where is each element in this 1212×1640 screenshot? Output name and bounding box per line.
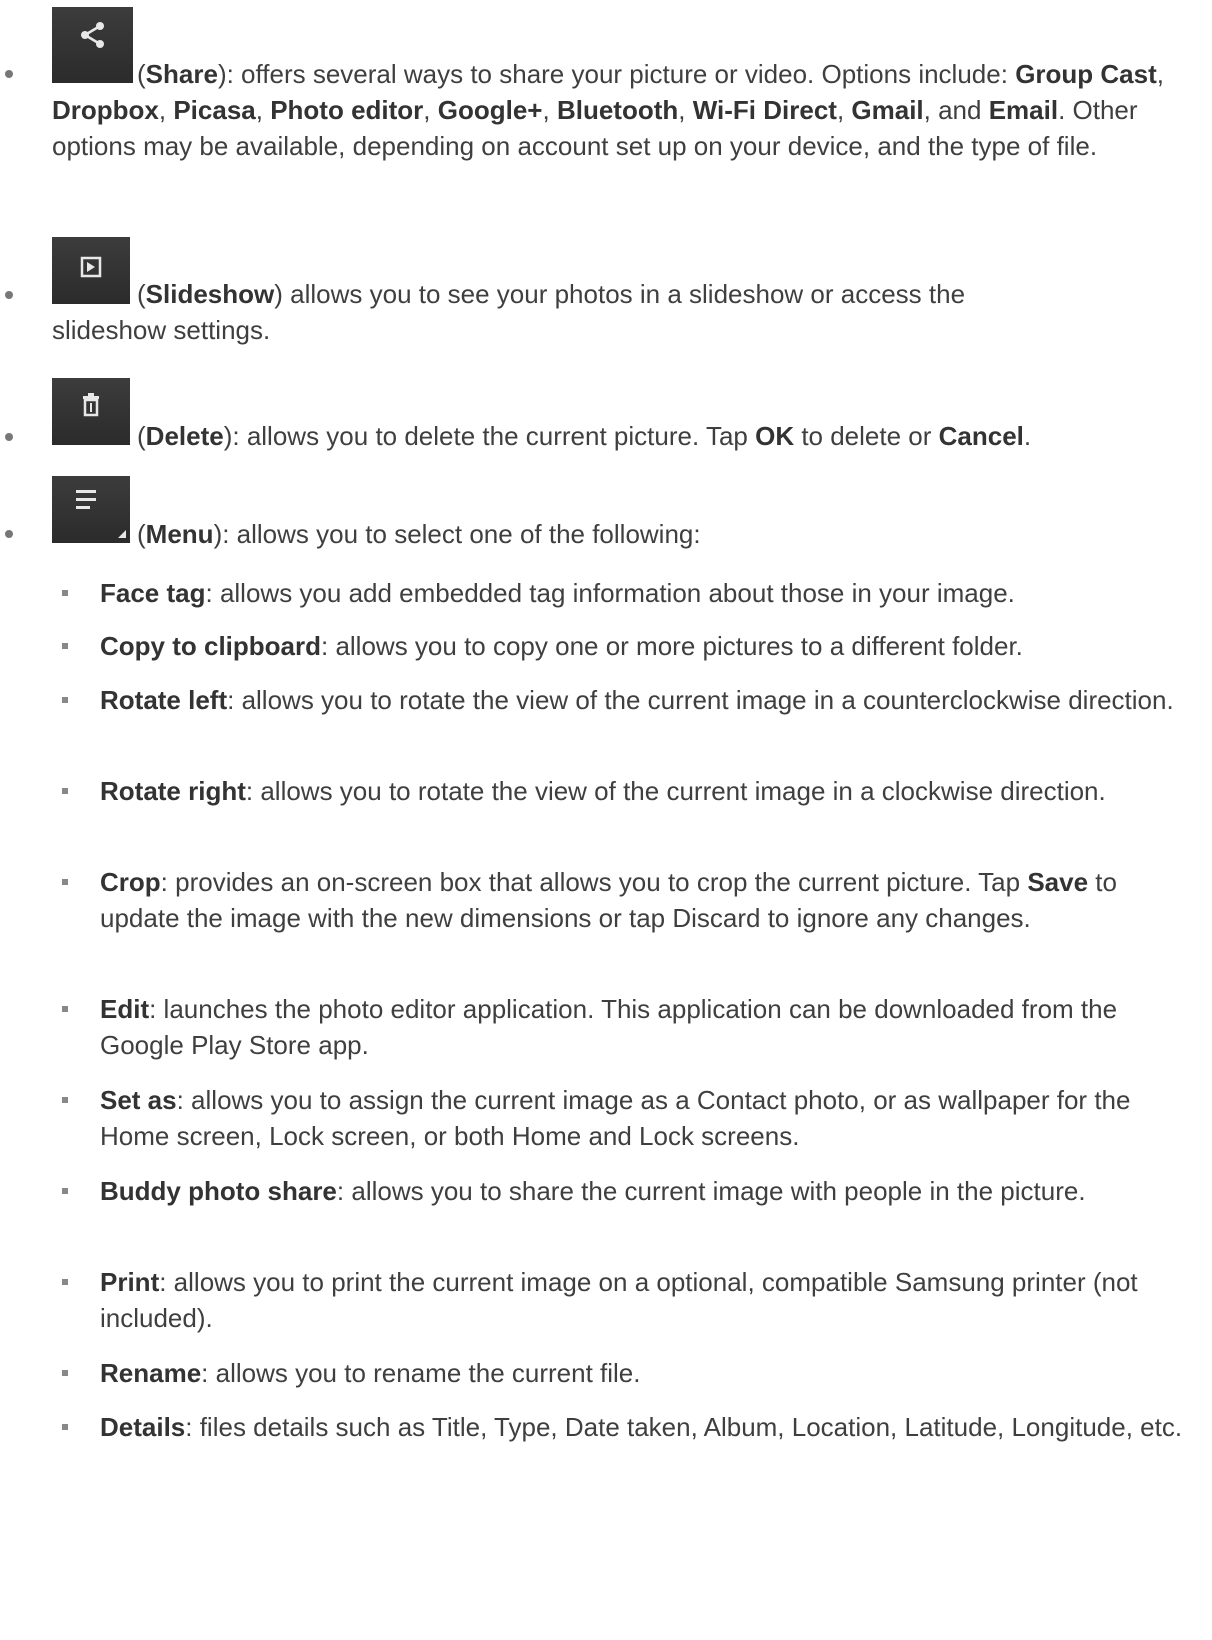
slideshow-description: (Slideshow) allows you to see your photo… — [52, 279, 966, 345]
square-bullet — [62, 643, 68, 649]
list-item: Set as: allows you to assign the current… — [100, 1085, 1131, 1151]
list-item: Print: allows you to print the current i… — [100, 1267, 1138, 1333]
list-item: Buddy photo share: allows you to share t… — [100, 1176, 1086, 1206]
bullet — [5, 530, 13, 538]
share-description: (Share): offers several ways to share yo… — [52, 59, 1164, 161]
square-bullet — [62, 1370, 68, 1376]
list-item: Face tag: allows you add embedded tag in… — [100, 578, 1015, 608]
square-bullet — [62, 697, 68, 703]
list-item: Copy to clipboard: allows you to copy on… — [100, 631, 1023, 661]
bullet — [5, 291, 13, 299]
list-item: Rotate left: allows you to rotate the vi… — [100, 685, 1174, 715]
delete-description: (Delete): allows you to delete the curre… — [137, 421, 1032, 451]
square-bullet — [62, 1188, 68, 1194]
list-item: Rename: allows you to rename the current… — [100, 1358, 641, 1388]
square-bullet — [62, 1279, 68, 1285]
square-bullet — [62, 1006, 68, 1012]
bullet — [5, 433, 13, 441]
menu-description: (Menu): allows you to select one of the … — [137, 519, 701, 549]
square-bullet — [62, 788, 68, 794]
square-bullet — [62, 1424, 68, 1430]
square-bullet — [62, 1097, 68, 1103]
square-bullet — [62, 879, 68, 885]
list-item: Details: files details such as Title, Ty… — [100, 1412, 1183, 1442]
square-bullet — [62, 590, 68, 596]
bullet — [5, 70, 13, 78]
list-item: Rotate right: allows you to rotate the v… — [100, 776, 1106, 806]
list-item: Crop: provides an on-screen box that all… — [100, 867, 1117, 933]
list-item: Edit: launches the photo editor applicat… — [100, 994, 1118, 1060]
